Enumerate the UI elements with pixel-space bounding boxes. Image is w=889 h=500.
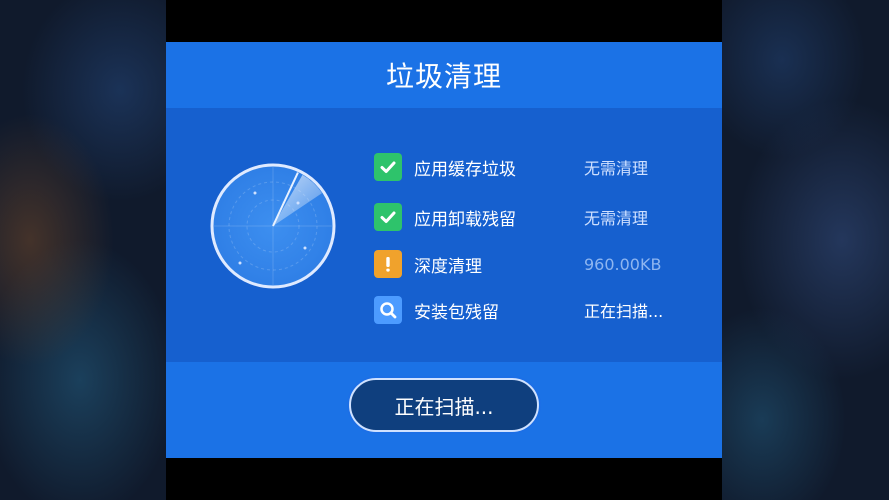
top-black-bar bbox=[166, 0, 722, 42]
dialog-footer: 正在扫描... bbox=[166, 362, 722, 458]
scan-item-label: 深度清理 bbox=[414, 256, 482, 277]
dialog-body: 应用缓存垃圾 无需清理 应用卸载残留 无需清理 深度清理 960.00KB 安装… bbox=[166, 108, 722, 362]
scan-item-label: 应用缓存垃圾 bbox=[414, 159, 516, 180]
scan-item-status: 960.00KB bbox=[584, 254, 662, 274]
checkmark-icon bbox=[374, 203, 402, 231]
scan-item-label: 安装包残留 bbox=[414, 302, 499, 323]
scan-item-list: 应用缓存垃圾 无需清理 应用卸载残留 无需清理 深度清理 960.00KB 安装… bbox=[166, 108, 722, 362]
junk-clean-dialog: 垃圾清理 应用缓存垃圾 无需清理 应用卸载残留 无需清理 深度清理 960.00… bbox=[166, 42, 722, 458]
blurred-wallpaper-right bbox=[722, 0, 889, 500]
dialog-title: 垃圾清理 bbox=[385, 60, 502, 93]
scan-item-package-residue: 安装包残留 正在扫描... bbox=[374, 295, 694, 325]
scan-item-uninstall-residue: 应用卸载残留 无需清理 bbox=[374, 202, 694, 232]
scan-item-status: 正在扫描... bbox=[584, 302, 664, 321]
background: 垃圾清理 应用缓存垃圾 无需清理 应用卸载残留 无需清理 深度清理 960.00… bbox=[0, 0, 889, 500]
scan-item-deep-clean: 深度清理 960.00KB bbox=[374, 249, 694, 279]
bottom-black-bar bbox=[166, 458, 722, 500]
search-icon bbox=[374, 296, 402, 324]
scan-item-status: 无需清理 bbox=[584, 209, 649, 228]
checkmark-icon bbox=[374, 153, 402, 181]
scan-item-status: 无需清理 bbox=[584, 159, 649, 178]
scan-item-app-cache: 应用缓存垃圾 无需清理 bbox=[374, 152, 694, 182]
scanning-button[interactable]: 正在扫描... bbox=[349, 378, 539, 432]
blurred-wallpaper-left bbox=[0, 0, 166, 500]
warning-icon bbox=[374, 250, 402, 278]
scan-item-label: 应用卸载残留 bbox=[414, 209, 516, 230]
dialog-header: 垃圾清理 bbox=[166, 42, 722, 108]
